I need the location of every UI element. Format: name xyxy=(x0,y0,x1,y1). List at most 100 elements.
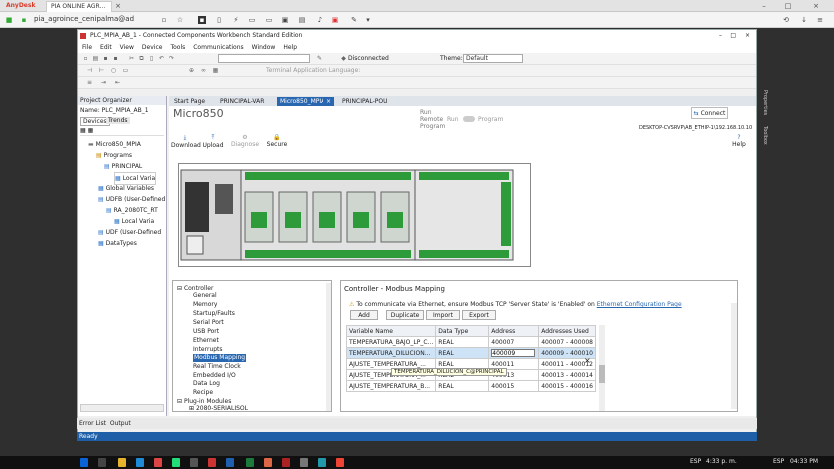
tab-trends[interactable]: Trends xyxy=(106,117,130,124)
ladder-icon[interactable]: ⊣ xyxy=(86,67,93,74)
tree-vscroll[interactable] xyxy=(326,283,331,411)
folder-icon[interactable]: ▫ xyxy=(160,16,168,24)
maximize-icon[interactable]: □ xyxy=(784,2,792,10)
tree-programs[interactable]: ▤ Programs xyxy=(96,150,132,161)
close-icon[interactable]: × xyxy=(114,2,122,10)
tree-embedded-io[interactable]: Embedded I/O xyxy=(193,372,236,380)
tab-principal-pou[interactable]: PRINCIPAL-POU xyxy=(339,97,390,106)
diagnose-button[interactable]: ⚙ Diagnose xyxy=(229,134,261,148)
zoom-icon[interactable]: ⊕ xyxy=(188,67,195,74)
menu-help[interactable]: Help xyxy=(279,42,301,53)
history-icon[interactable]: ⟲ xyxy=(782,16,790,24)
col-addresses-used[interactable]: Addresses Used xyxy=(538,325,596,337)
tools-icon[interactable]: ✎ xyxy=(350,16,358,24)
cut-icon[interactable]: ✂ xyxy=(128,55,135,62)
explorer-icon[interactable] xyxy=(118,458,126,467)
tree-controller[interactable]: ▬ Micro850_MPIA xyxy=(88,139,141,150)
paste-icon[interactable]: ▯ xyxy=(148,55,155,62)
document-icon[interactable]: ▯ xyxy=(215,16,223,24)
record-icon[interactable]: ▣ xyxy=(331,16,339,24)
menu-device[interactable]: Device xyxy=(138,42,167,53)
clock[interactable]: 4:33 p. m. xyxy=(706,458,737,465)
expand-icon[interactable]: ▦ xyxy=(80,127,86,134)
table-row[interactable]: AJUSTE_TEMPERATURA_B... REAL 400015 400015 … xyxy=(346,380,596,392)
export-button[interactable]: Export xyxy=(462,310,496,320)
menu-icon[interactable]: ≡ xyxy=(816,16,824,24)
app-grey-icon[interactable] xyxy=(300,458,308,467)
tab-micro850-mpia[interactable]: Micro850_MPIA xyxy=(277,97,329,106)
tree-udf[interactable]: ▤ UDF (User-Defined xyxy=(98,227,161,238)
ccw-icon[interactable] xyxy=(208,458,216,467)
tree-principal[interactable]: ▤ PRINCIPAL xyxy=(104,161,142,172)
tree-datatypes[interactable]: ▦ DataTypes xyxy=(98,238,137,249)
download-icon[interactable]: ↓ xyxy=(800,16,808,24)
edge-icon[interactable] xyxy=(136,458,144,467)
menu-window[interactable]: Window xyxy=(248,42,280,53)
maximize-icon[interactable]: □ xyxy=(730,30,736,42)
tab-pia-online[interactable]: PIA ONLINE AGR... xyxy=(46,1,112,12)
more-icon[interactable]: ▾ xyxy=(364,16,372,24)
search-icon[interactable] xyxy=(98,458,106,467)
tree-data-log[interactable]: Data Log xyxy=(193,380,220,388)
tree-memory[interactable]: Memory xyxy=(193,301,217,309)
import-button[interactable]: Import xyxy=(426,310,460,320)
tree-real-time-clock[interactable]: Real Time Clock xyxy=(193,363,241,371)
tree-interrupts[interactable]: Interrupts xyxy=(193,346,223,354)
keyboard-icon[interactable]: ▪ xyxy=(198,16,206,24)
pdf-icon[interactable] xyxy=(282,458,290,467)
app-icon[interactable] xyxy=(190,458,198,467)
tree-usb-port[interactable]: USB Port xyxy=(193,328,219,336)
mode-toggle[interactable] xyxy=(463,116,475,122)
menu-communications[interactable]: Communications xyxy=(189,42,247,53)
col-address[interactable]: Address xyxy=(488,325,540,337)
col-data-type[interactable]: Data Type xyxy=(435,325,490,337)
properties-tab[interactable]: Properties xyxy=(762,90,768,120)
block-icon[interactable]: ▭ xyxy=(122,67,129,74)
monitor-icon[interactable]: ■ xyxy=(5,16,13,24)
app-teal-icon[interactable] xyxy=(318,458,326,467)
tab-principal-var[interactable]: PRINCIPAL-VAR xyxy=(217,97,267,106)
collapse-icon[interactable]: ▦ xyxy=(88,127,94,134)
connect-button[interactable]: ⇆ Connect xyxy=(691,107,728,119)
organizer-hscroll[interactable] xyxy=(80,404,164,412)
close-window-icon[interactable]: × xyxy=(812,2,820,10)
minimize-icon[interactable]: – xyxy=(719,30,722,42)
excel-icon[interactable] xyxy=(246,458,254,467)
search-combo[interactable] xyxy=(218,54,310,63)
table-row[interactable]: TEMPERATURA_BAJO_LP_C... REAL 400007 400007… xyxy=(346,336,596,348)
link-icon[interactable]: ∞ xyxy=(200,67,207,74)
menu-edit[interactable]: Edit xyxy=(96,42,116,53)
minimize-icon[interactable]: – xyxy=(760,2,768,10)
copy-icon[interactable]: ⧉ xyxy=(138,55,145,62)
build-icon[interactable]: ✎ xyxy=(316,55,323,62)
tree-startup-faults[interactable]: Startup/Faults xyxy=(193,310,235,318)
output-tab[interactable]: Output xyxy=(110,420,131,427)
open-icon[interactable]: ▤ xyxy=(92,55,99,62)
col-variable-name[interactable]: Variable Name xyxy=(346,325,437,337)
outdent-icon[interactable]: ⇤ xyxy=(114,79,121,86)
secure-button[interactable]: 🔒 Secure xyxy=(263,134,291,148)
close-icon[interactable]: × xyxy=(745,30,750,42)
delete-row-icon[interactable]: × xyxy=(584,356,591,365)
tab-start-page[interactable]: Start Page xyxy=(171,97,208,106)
duplicate-button[interactable]: Duplicate xyxy=(386,310,424,320)
language-indicator[interactable]: ESP xyxy=(690,458,701,465)
chat-icon[interactable]: ▭ xyxy=(265,16,273,24)
undo-icon[interactable]: ↶ xyxy=(158,55,165,62)
menu-view[interactable]: View xyxy=(116,42,138,53)
new-icon[interactable]: ▫ xyxy=(82,55,89,62)
tree-serialisol[interactable]: ⊞ 2080-SERIALISOL xyxy=(189,405,248,413)
table-vscroll[interactable] xyxy=(599,325,605,411)
indent-icon[interactable]: ⇥ xyxy=(100,79,107,86)
word-icon[interactable] xyxy=(226,458,234,467)
theme-select[interactable]: Default xyxy=(463,54,523,63)
tree-ethernet[interactable]: Ethernet xyxy=(193,337,219,345)
tree-udfb[interactable]: ▤ UDFB (User-Defined xyxy=(98,194,165,205)
tree-ra-2080tc[interactable]: ▤ RA_2080TC_RT xyxy=(106,205,158,216)
audio-icon[interactable]: ♪ xyxy=(316,16,324,24)
address-input[interactable] xyxy=(491,349,536,357)
screenshot-icon[interactable]: ▣ xyxy=(281,16,289,24)
menu-file[interactable]: File xyxy=(78,42,96,53)
start-icon[interactable] xyxy=(80,458,88,467)
link-icon[interactable]: ▪ xyxy=(20,16,28,24)
